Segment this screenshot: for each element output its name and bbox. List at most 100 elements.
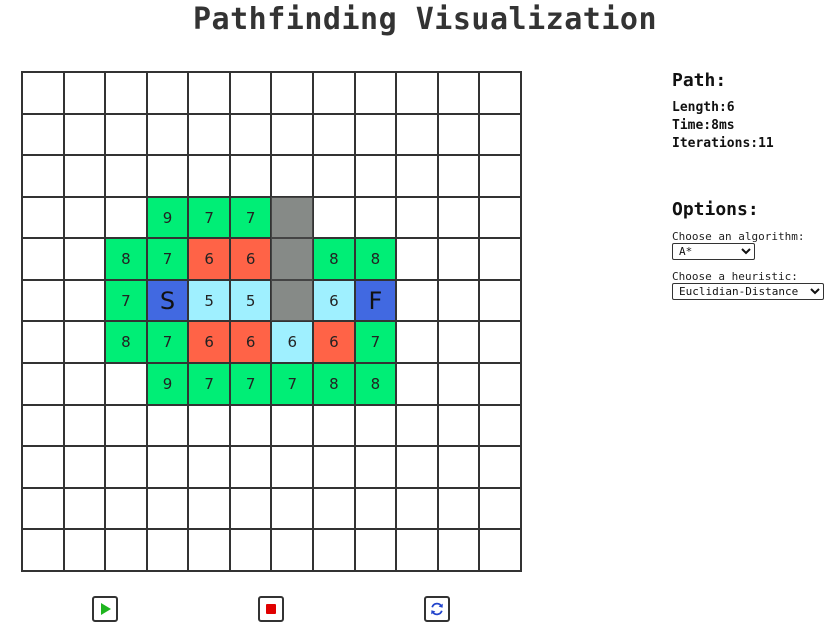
grid-cell-empty[interactable] <box>271 113 314 156</box>
grid-cell-empty[interactable] <box>354 487 397 530</box>
grid-cell-empty[interactable] <box>271 487 314 530</box>
grid-cell-empty[interactable] <box>479 113 521 156</box>
grid-cell-open[interactable]: 7 <box>105 279 147 322</box>
grid-cell-empty[interactable] <box>105 529 147 571</box>
grid-cell-empty[interactable] <box>22 446 64 488</box>
grid-cell-empty[interactable] <box>63 404 106 447</box>
grid-cell-path[interactable]: 5 <box>188 279 230 322</box>
grid-cell-open[interactable]: 9 <box>146 363 189 405</box>
grid-cell-empty[interactable] <box>63 113 106 156</box>
grid-cell-empty[interactable] <box>437 279 480 322</box>
grid-cell-open[interactable]: 7 <box>188 196 230 239</box>
grid-cell-open[interactable]: 7 <box>146 238 189 280</box>
grid-cell-empty[interactable] <box>105 72 147 114</box>
grid-cell-empty[interactable] <box>354 529 397 571</box>
grid-cell-empty[interactable] <box>146 113 189 156</box>
grid-cell-empty[interactable] <box>188 113 230 156</box>
grid-cell-open[interactable]: 7 <box>229 196 272 239</box>
grid-cell-empty[interactable] <box>22 279 64 322</box>
grid-cell-empty[interactable] <box>22 529 64 571</box>
grid-cell-open[interactable]: 8 <box>313 238 355 280</box>
grid-cell-empty[interactable] <box>354 404 397 447</box>
grid-cell-empty[interactable] <box>188 155 230 197</box>
stop-button[interactable] <box>258 596 284 622</box>
grid-cell-empty[interactable] <box>188 529 230 571</box>
grid-cell-empty[interactable] <box>479 238 521 280</box>
grid-cell-empty[interactable] <box>63 238 106 280</box>
grid-cell-empty[interactable] <box>437 487 480 530</box>
grid-cell-empty[interactable] <box>354 196 397 239</box>
grid-cell-empty[interactable] <box>479 72 521 114</box>
grid-cell-empty[interactable] <box>479 529 521 571</box>
grid-cell-empty[interactable] <box>437 529 480 571</box>
grid-cell-empty[interactable] <box>63 487 106 530</box>
grid-cell-empty[interactable] <box>63 72 106 114</box>
grid-cell-empty[interactable] <box>313 155 355 197</box>
grid-cell-empty[interactable] <box>146 404 189 447</box>
grid-cell-empty[interactable] <box>22 487 64 530</box>
grid-cell-empty[interactable] <box>479 279 521 322</box>
reset-button[interactable] <box>424 596 450 622</box>
play-button[interactable] <box>92 596 118 622</box>
grid-cell-empty[interactable] <box>479 404 521 447</box>
grid-cell-empty[interactable] <box>146 487 189 530</box>
grid-cell-closed[interactable]: 6 <box>229 238 272 280</box>
grid-cell-empty[interactable] <box>229 529 272 571</box>
pathfinding-grid[interactable]: 9778766887S556F8766667977788 <box>21 71 522 572</box>
grid-cell-empty[interactable] <box>229 113 272 156</box>
grid-cell-open[interactable]: 8 <box>105 238 147 280</box>
grid-cell-empty[interactable] <box>396 196 438 239</box>
grid-cell-empty[interactable] <box>105 404 147 447</box>
grid-cell-start[interactable]: S <box>146 279 189 322</box>
grid-cell-empty[interactable] <box>479 487 521 530</box>
grid-cell-closed[interactable]: 6 <box>188 321 230 364</box>
grid-cell-empty[interactable] <box>313 487 355 530</box>
grid-cell-empty[interactable] <box>396 113 438 156</box>
grid-cell-empty[interactable] <box>313 529 355 571</box>
grid-cell-empty[interactable] <box>396 155 438 197</box>
grid-cell-empty[interactable] <box>105 155 147 197</box>
grid-cell-empty[interactable] <box>188 404 230 447</box>
grid-cell-empty[interactable] <box>479 155 521 197</box>
grid-cell-empty[interactable] <box>437 113 480 156</box>
grid-cell-empty[interactable] <box>396 72 438 114</box>
grid-cell-empty[interactable] <box>437 363 480 405</box>
grid-cell-empty[interactable] <box>396 404 438 447</box>
grid-cell-empty[interactable] <box>188 72 230 114</box>
grid-cell-empty[interactable] <box>396 279 438 322</box>
grid-cell-empty[interactable] <box>437 404 480 447</box>
grid-cell-empty[interactable] <box>22 196 64 239</box>
grid-cell-empty[interactable] <box>22 363 64 405</box>
grid-cell-empty[interactable] <box>229 404 272 447</box>
grid-cell-closed[interactable]: 6 <box>313 321 355 364</box>
grid-cell-empty[interactable] <box>437 155 480 197</box>
grid-cell-closed[interactable]: 6 <box>188 238 230 280</box>
grid-cell-empty[interactable] <box>437 446 480 488</box>
grid-cell-empty[interactable] <box>437 196 480 239</box>
grid-cell-empty[interactable] <box>63 529 106 571</box>
grid-cell-empty[interactable] <box>396 446 438 488</box>
grid-cell-empty[interactable] <box>188 487 230 530</box>
grid-cell-empty[interactable] <box>229 72 272 114</box>
grid-cell-open[interactable]: 8 <box>354 238 397 280</box>
grid-cell-empty[interactable] <box>396 238 438 280</box>
grid-cell-empty[interactable] <box>479 446 521 488</box>
grid-cell-path[interactable]: 5 <box>229 279 272 322</box>
grid-cell-open[interactable]: 7 <box>229 363 272 405</box>
grid-cell-empty[interactable] <box>271 404 314 447</box>
grid-cell-path[interactable]: 6 <box>271 321 314 364</box>
grid-cell-empty[interactable] <box>271 446 314 488</box>
grid-cell-empty[interactable] <box>271 529 314 571</box>
grid-cell-empty[interactable] <box>437 321 480 364</box>
grid-cell-empty[interactable] <box>146 72 189 114</box>
grid-cell-open[interactable]: 7 <box>188 363 230 405</box>
grid-cell-open[interactable]: 8 <box>105 321 147 364</box>
grid-cell-empty[interactable] <box>396 363 438 405</box>
algorithm-select[interactable]: A* <box>672 243 755 260</box>
grid-cell-empty[interactable] <box>105 446 147 488</box>
grid-cell-empty[interactable] <box>63 279 106 322</box>
grid-cell-empty[interactable] <box>271 72 314 114</box>
grid-cell-empty[interactable] <box>396 321 438 364</box>
grid-cell-empty[interactable] <box>229 446 272 488</box>
grid-cell-wall[interactable] <box>271 279 314 322</box>
